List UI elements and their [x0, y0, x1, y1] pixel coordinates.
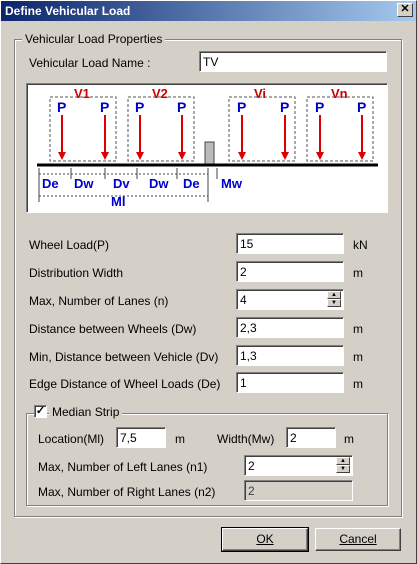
- wheel-label: P: [100, 99, 109, 115]
- ok-button[interactable]: OK: [221, 527, 309, 552]
- dim-label-dw: Dw: [149, 176, 169, 191]
- spin-down-icon[interactable]: ▼: [336, 465, 350, 473]
- median-location-input[interactable]: [116, 427, 166, 448]
- edge-distance-unit: m: [353, 377, 363, 391]
- median-width-label: Width(Mw): [217, 432, 275, 446]
- vehicle-label-2: V2: [152, 86, 168, 101]
- dim-label-ml: Ml: [111, 194, 125, 209]
- median-location-unit: m: [175, 432, 185, 446]
- check-icon: ✓: [35, 405, 46, 417]
- distance-between-wheels-unit: m: [353, 322, 363, 336]
- window-title: Define Vehicular Load: [5, 4, 131, 18]
- distance-between-wheels-input[interactable]: [236, 317, 344, 338]
- wheel-label: P: [237, 99, 246, 115]
- edge-distance-label: Edge Distance of Wheel Loads (De): [29, 377, 221, 391]
- median-width-unit: m: [344, 432, 354, 446]
- wheel-label: P: [315, 99, 324, 115]
- wheel-load-input[interactable]: [236, 233, 344, 254]
- distribution-width-unit: m: [353, 266, 363, 280]
- vehicular-load-name-input[interactable]: [199, 51, 387, 72]
- vehicle-label-i: Vi: [254, 86, 266, 101]
- median-strip-legend: Median Strip: [49, 405, 123, 419]
- vehicular-load-properties-legend: Vehicular Load Properties: [22, 32, 166, 46]
- distribution-width-input[interactable]: [236, 261, 344, 282]
- vehicular-load-name-label: Vehicular Load Name :: [29, 56, 151, 70]
- left-lanes-label: Max, Number of Left Lanes (n1): [38, 460, 208, 474]
- right-lanes-label: Max, Number of Right Lanes (n2): [38, 485, 216, 499]
- title-bar: Define Vehicular Load ✕: [0, 0, 417, 22]
- vehicle-label-1: V1: [74, 86, 90, 101]
- spin-up-icon[interactable]: ▲: [327, 291, 341, 299]
- dim-label-de: De: [183, 176, 200, 191]
- wheel-label: P: [135, 99, 144, 115]
- dim-label-dv: Dv: [113, 176, 130, 191]
- min-distance-vehicle-unit: m: [353, 350, 363, 364]
- right-lanes-input: [244, 480, 353, 501]
- left-lanes-spinner[interactable]: ▲ ▼: [336, 457, 352, 474]
- dim-label-de: De: [42, 176, 59, 191]
- min-distance-vehicle-label: Min, Distance between Vehicle (Dv): [29, 350, 219, 364]
- wheel-label: P: [177, 99, 186, 115]
- vehicular-load-diagram: V1 V2 Vi Vn P P P P P P P P De Dw Dv Dw …: [26, 83, 388, 213]
- close-button[interactable]: ✕: [397, 3, 413, 17]
- median-strip-checkbox[interactable]: ✓: [34, 405, 47, 418]
- wheel-load-unit: kN: [353, 238, 368, 252]
- max-lanes-label: Max, Number of Lanes (n): [29, 294, 169, 308]
- dim-label-mw: Mw: [221, 176, 243, 191]
- max-lanes-spinner[interactable]: ▲ ▼: [327, 291, 343, 308]
- median-location-label: Location(Ml): [38, 432, 105, 446]
- dim-label-dw: Dw: [74, 176, 94, 191]
- median-strip-block: [204, 141, 215, 165]
- close-icon: ✕: [400, 3, 410, 15]
- edge-distance-input[interactable]: [236, 372, 344, 393]
- wheel-label: P: [57, 99, 66, 115]
- spin-down-icon[interactable]: ▼: [327, 299, 341, 307]
- distance-between-wheels-label: Distance between Wheels (Dw): [29, 322, 197, 336]
- wheel-load-label: Wheel Load(P): [29, 238, 110, 252]
- diagram-svg: V1 V2 Vi Vn P P P P P P P P De Dw Dv Dw …: [37, 86, 378, 209]
- cancel-button[interactable]: Cancel: [315, 528, 401, 551]
- wheel-label: P: [357, 99, 366, 115]
- vehicle-label-n: Vn: [331, 86, 348, 101]
- median-width-input[interactable]: [286, 427, 336, 448]
- spin-up-icon[interactable]: ▲: [336, 457, 350, 465]
- distribution-width-label: Distribution Width: [29, 266, 124, 280]
- wheel-label: P: [280, 99, 289, 115]
- min-distance-vehicle-input[interactable]: [236, 345, 344, 366]
